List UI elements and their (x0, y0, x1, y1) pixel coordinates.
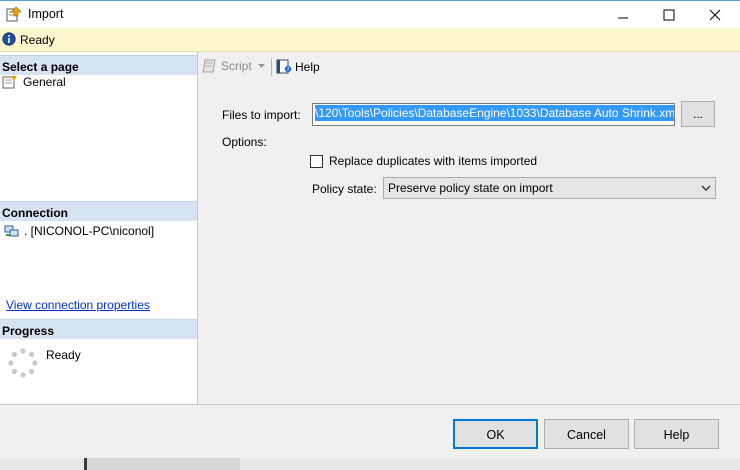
connection-item: . [NICONOL-PC\niconol] (4, 224, 154, 238)
connection-value: . [NICONOL-PC\niconol] (24, 224, 155, 238)
script-label: Script (221, 59, 252, 73)
help-icon: ? (276, 59, 292, 74)
progress-header: Progress (0, 319, 197, 339)
script-dropdown-icon[interactable] (258, 64, 265, 69)
toolbar: Script ? Help (198, 52, 740, 82)
svg-text:?: ? (287, 67, 290, 73)
connection-header: Connection (0, 201, 197, 221)
server-connection-icon (4, 225, 19, 237)
files-to-import-input[interactable]: \120\Tools\Policies\DatabaseEngine\1033\… (312, 103, 675, 126)
right-pane: Script ? Help Files to import: \120\Tool… (198, 52, 740, 404)
info-icon (2, 32, 16, 46)
replace-duplicates-row[interactable]: Replace duplicates with items imported (310, 154, 537, 168)
select-page-header: Select a page (0, 55, 197, 75)
progress-text: Ready (46, 348, 81, 362)
toolbar-help-button[interactable]: ? Help (276, 59, 320, 74)
cancel-button[interactable]: Cancel (544, 419, 629, 449)
page-item-label: General (23, 75, 66, 89)
policy-state-select[interactable]: Preserve policy state on import (383, 177, 716, 199)
page-icon (2, 76, 17, 89)
policy-state-label: Policy state: (312, 182, 377, 196)
toolbar-help-label: Help (295, 59, 320, 74)
script-button[interactable]: Script (202, 59, 252, 73)
browse-button[interactable]: ... (681, 101, 715, 127)
left-pane: Select a page General Connection . [NICO… (0, 52, 198, 404)
background-editor-fragment (84, 458, 240, 470)
files-to-import-value: \120\Tools\Policies\DatabaseEngine\1033\… (315, 105, 674, 121)
maximize-icon (663, 9, 675, 21)
background-window-strip (0, 458, 740, 470)
button-bar: OK Cancel Help (0, 404, 740, 458)
status-text: Ready (20, 33, 55, 47)
minimize-button[interactable] (600, 1, 646, 29)
page-item-general[interactable]: General (2, 75, 66, 89)
toolbar-divider (271, 58, 272, 76)
maximize-button[interactable] (646, 1, 692, 29)
replace-duplicates-checkbox[interactable] (310, 154, 323, 168)
chevron-down-icon (701, 185, 711, 191)
policy-state-value: Preserve policy state on import (388, 181, 553, 195)
script-icon (202, 59, 216, 73)
minimize-icon (618, 17, 628, 19)
files-to-import-label: Files to import: (222, 108, 301, 122)
status-bar: Ready (0, 28, 740, 52)
help-button[interactable]: Help (634, 419, 719, 449)
ok-button[interactable]: OK (453, 419, 538, 449)
options-label: Options: (222, 135, 267, 149)
view-connection-properties-link[interactable]: View connection properties (6, 298, 150, 312)
close-button[interactable] (692, 1, 738, 29)
replace-duplicates-label: Replace duplicates with items imported (329, 154, 538, 168)
import-icon (6, 6, 22, 22)
progress-spinner-icon (8, 348, 38, 378)
window-title: Import (28, 7, 64, 21)
title-bar: Import (0, 0, 740, 28)
close-icon (709, 9, 721, 21)
